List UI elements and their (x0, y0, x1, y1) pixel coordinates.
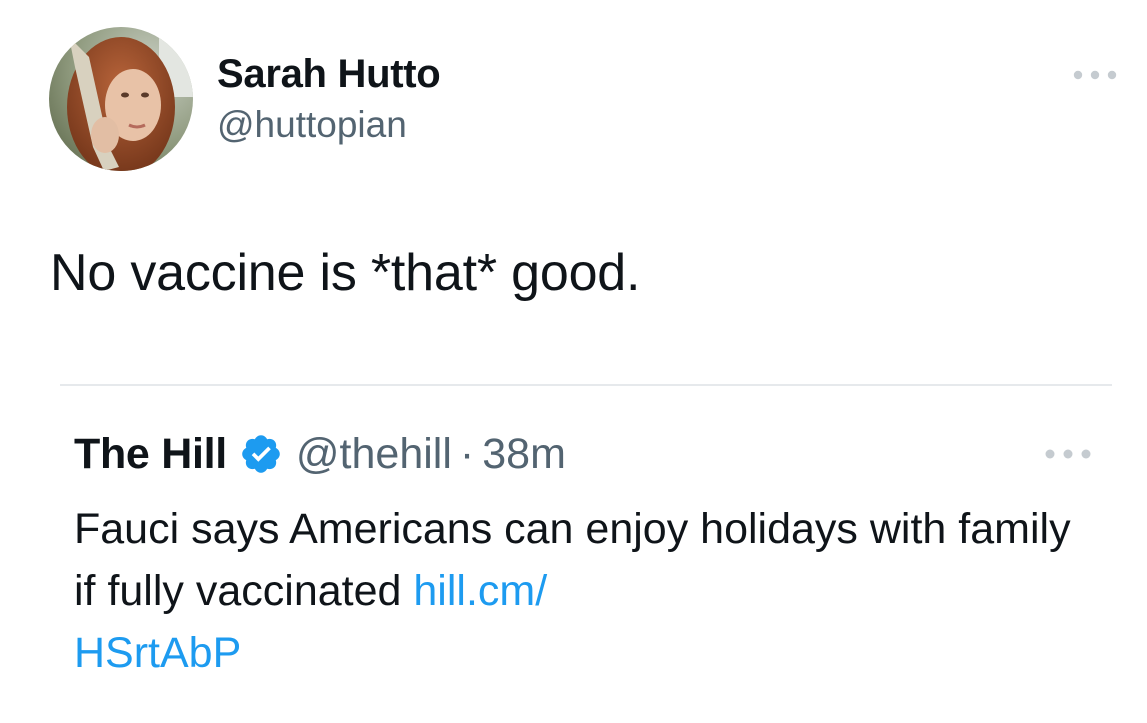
display-name[interactable]: Sarah Hutto (217, 52, 441, 97)
quoted-tweet[interactable]: The Hill @thehill · 38m Fauci says Ameri… (60, 386, 1112, 723)
avatar[interactable] (49, 27, 193, 171)
quoted-tweet-header: The Hill @thehill · 38m (74, 428, 566, 480)
quoted-display-name[interactable]: The Hill (74, 430, 227, 479)
quoted-tweet-text: Fauci says Americans can enjoy holidays … (74, 498, 1094, 684)
quoted-link-part1: hill.cm/ (413, 567, 548, 615)
quoted-link-part2: HSrtAbP (74, 629, 242, 677)
more-horizontal-icon[interactable] (1072, 66, 1118, 84)
tweet-text: No vaccine is *that* good. (50, 244, 641, 302)
avatar-image (49, 27, 193, 171)
timestamp[interactable]: 38m (482, 430, 566, 479)
separator-dot: · (459, 429, 475, 478)
quoted-user-handle[interactable]: @thehill (296, 430, 452, 479)
verified-badge-icon (239, 432, 283, 476)
quoted-text: Fauci says Americans can enjoy holidays … (74, 505, 1071, 615)
user-handle[interactable]: @huttopian (217, 104, 407, 146)
more-horizontal-icon[interactable] (1043, 446, 1093, 462)
